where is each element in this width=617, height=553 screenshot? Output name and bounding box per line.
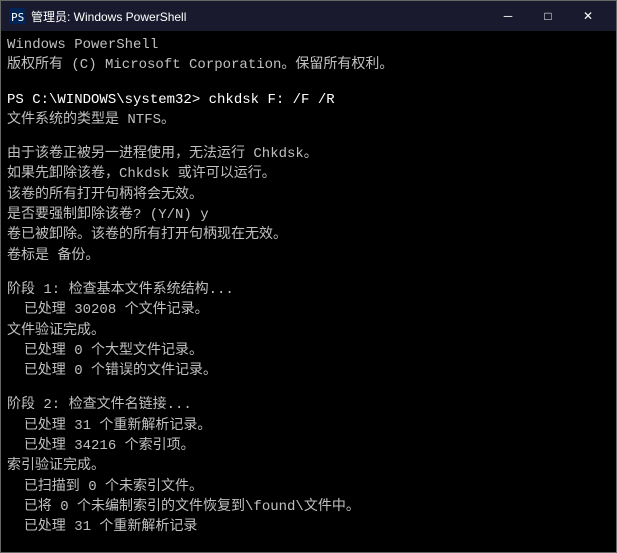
terminal-line: 是否要强制卸除该卷? (Y/N) y — [7, 205, 610, 225]
maximize-button[interactable]: □ — [528, 1, 568, 31]
terminal-line: 卷标是 备份。 — [7, 246, 610, 266]
terminal-line: 已处理 34216 个索引项。 — [7, 436, 610, 456]
window-controls: ─ □ ✕ — [488, 1, 608, 31]
powershell-icon: PS — [9, 8, 25, 24]
terminal-line: 已处理 30208 个文件记录。 — [7, 300, 610, 320]
blank-line — [7, 76, 610, 90]
terminal-line: 已处理 0 个错误的文件记录。 — [7, 361, 610, 381]
terminal-line: 该卷的所有打开句柄将会无效。 — [7, 185, 610, 205]
terminal-line: 索引验证完成。 — [7, 456, 610, 476]
terminal-line: 阶段 2: 检查文件名链接... — [7, 395, 610, 415]
blank-line — [7, 266, 610, 280]
window-title: 管理员: Windows PowerShell — [31, 8, 488, 25]
terminal-line: 文件系统的类型是 NTFS。 — [7, 110, 610, 130]
terminal-line: 卷已被卸除。该卷的所有打开句柄现在无效。 — [7, 225, 610, 245]
title-bar: PS 管理员: Windows PowerShell ─ □ ✕ — [1, 1, 616, 31]
terminal-line: 已将 0 个未编制索引的文件恢复到\found\文件中。 — [7, 497, 610, 517]
terminal-line: 阶段 1: 检查基本文件系统结构... — [7, 280, 610, 300]
terminal-line: 已处理 31 个重新解析记录。 — [7, 416, 610, 436]
blank-line — [7, 381, 610, 395]
terminal-line: 如果先卸除该卷，Chkdsk 或许可以运行。 — [7, 164, 610, 184]
terminal-line: 已处理 31 个重新解析记录 — [7, 517, 610, 537]
terminal-line: Windows PowerShell — [7, 35, 610, 55]
svg-text:PS: PS — [11, 11, 24, 24]
blank-line — [7, 130, 610, 144]
close-button[interactable]: ✕ — [568, 1, 608, 31]
minimize-button[interactable]: ─ — [488, 1, 528, 31]
terminal-line: 版权所有 (C) Microsoft Corporation。保留所有权利。 — [7, 55, 610, 75]
terminal-content[interactable]: Windows PowerShell版权所有 (C) Microsoft Cor… — [1, 31, 616, 552]
terminal-line: 已扫描到 0 个未索引文件。 — [7, 477, 610, 497]
terminal-line: 已处理 0 个大型文件记录。 — [7, 341, 610, 361]
terminal-line: PS C:\WINDOWS\system32> chkdsk F: /F /R — [7, 90, 610, 110]
terminal-line: 文件验证完成。 — [7, 321, 610, 341]
powershell-window: PS 管理员: Windows PowerShell ─ □ ✕ Windows… — [0, 0, 617, 553]
blank-line — [7, 538, 610, 552]
terminal-line: 由于该卷正被另一进程使用，无法运行 Chkdsk。 — [7, 144, 610, 164]
